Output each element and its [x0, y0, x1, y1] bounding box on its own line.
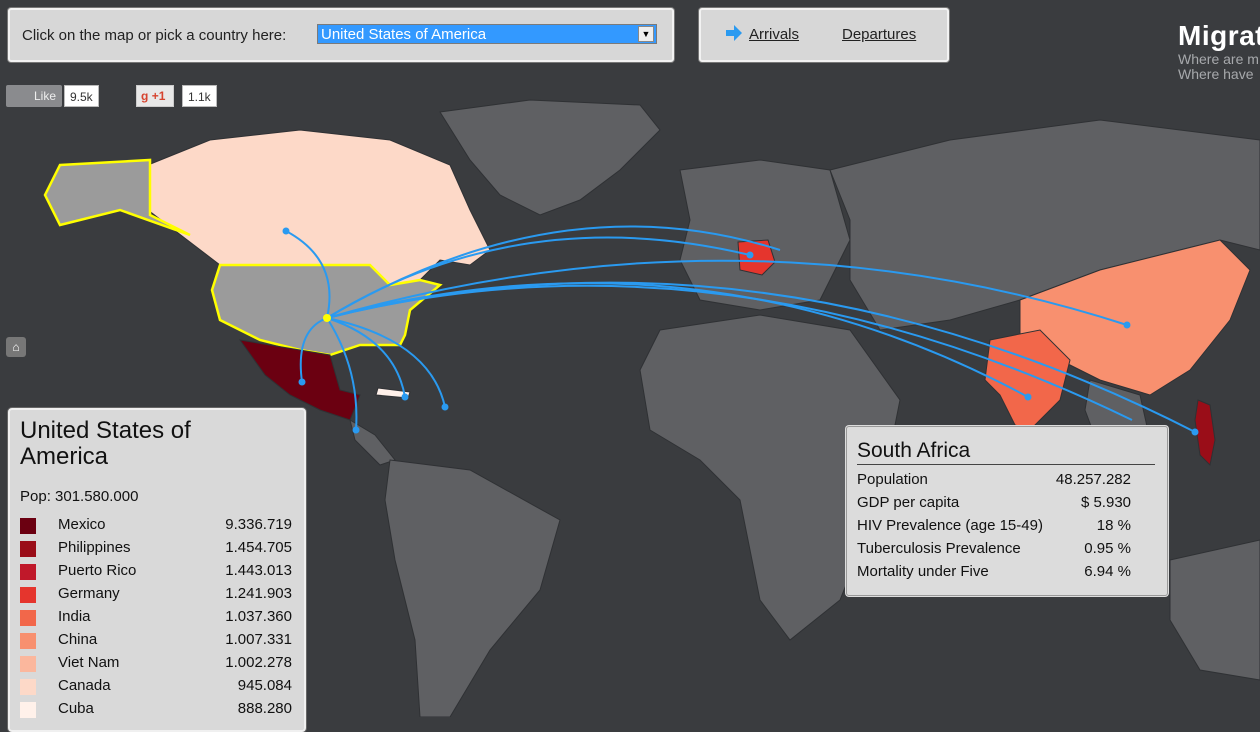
legend-swatch	[20, 610, 36, 626]
tooltip-row: Mortality under Five 6.94 %	[857, 563, 1131, 586]
arrow-right-icon	[726, 25, 742, 41]
tooltip-row: HIV Prevalence (age 15-49) 18 %	[857, 517, 1131, 540]
tooltip-key: Tuberculosis Prevalence	[857, 540, 1021, 557]
legend-swatch	[20, 633, 36, 649]
legend-swatch	[20, 679, 36, 695]
legend-country: Cuba	[58, 700, 94, 717]
tooltip-key: Population	[857, 471, 928, 488]
legend-value: 1.443.013	[225, 562, 292, 579]
tooltip-value: 18 %	[1096, 517, 1131, 534]
map-canada[interactable]	[147, 129, 491, 286]
tooltip-key: Mortality under Five	[857, 563, 989, 580]
country-info-panel: United States of America Pop: 301.580.00…	[8, 408, 306, 732]
home-icon[interactable]: ⌂	[6, 337, 26, 357]
chevron-down-icon[interactable]: ▼	[638, 26, 654, 42]
legend-country: Mexico	[58, 516, 106, 533]
legend-value: 1.002.278	[225, 654, 292, 671]
gplus-count: 1.1k	[182, 85, 217, 107]
legend-row[interactable]: Viet Nam 1.002.278	[20, 653, 292, 676]
legend-country: Canada	[58, 677, 111, 694]
info-country-name: United States of America	[20, 417, 191, 470]
legend-country: Germany	[58, 585, 120, 602]
legend-country: Viet Nam	[58, 654, 120, 671]
gplus-label: +1	[151, 89, 166, 103]
mode-toggle-panel: Arrivals Departures	[699, 8, 949, 62]
legend-country: China	[58, 631, 98, 648]
tooltip-row: Population 48.257.282	[857, 471, 1131, 494]
legend-swatch	[20, 702, 36, 718]
legend-value: 9.336.719	[225, 516, 292, 533]
tooltip-value: $ 5.930	[1080, 494, 1131, 511]
legend-row[interactable]: Canada 945.084	[20, 676, 292, 699]
legend-value: 1.007.331	[225, 631, 292, 648]
info-population: Pop: 301.580.000	[20, 488, 139, 505]
legend-value: 1.037.360	[225, 608, 292, 625]
legend-swatch	[20, 564, 36, 580]
country-select-value: United States of America	[321, 26, 487, 43]
legend-row[interactable]: Cuba 888.280	[20, 699, 292, 722]
legend-swatch	[20, 518, 36, 534]
legend-value: 888.280	[237, 700, 292, 717]
origin-marker	[323, 314, 331, 322]
legend-country: Puerto Rico	[58, 562, 137, 579]
tooltip-key: GDP per capita	[857, 494, 960, 511]
brand-title: Migrat	[1178, 20, 1260, 51]
legend-value: 945.084	[237, 677, 292, 694]
legend-value: 1.241.903	[225, 585, 292, 602]
legend-country: India	[58, 608, 91, 625]
tooltip-row: Tuberculosis Prevalence 0.95 %	[857, 540, 1131, 563]
tooltip-key: HIV Prevalence (age 15-49)	[857, 517, 1043, 534]
legend-swatch	[20, 656, 36, 672]
legend-value: 1.454.705	[225, 539, 292, 556]
legend-row[interactable]: Mexico 9.336.719	[20, 515, 292, 538]
gplus-icon: g	[141, 89, 149, 103]
legend-swatch	[20, 587, 36, 603]
map-south-america[interactable]	[384, 459, 561, 717]
tooltip-row: GDP per capita $ 5.930	[857, 494, 1131, 517]
legend-row[interactable]: Puerto Rico 1.443.013	[20, 561, 292, 584]
country-tooltip: South Africa Population 48.257.282 GDP per…	[846, 426, 1168, 596]
tooltip-country-name: South Africa	[857, 439, 971, 462]
legend-row[interactable]: Germany 1.241.903	[20, 584, 292, 607]
country-picker-panel: Click on the map or pick a country here:…	[8, 8, 674, 62]
gplus-button[interactable]: g +1	[136, 85, 174, 107]
legend-row[interactable]: India 1.037.360	[20, 607, 292, 630]
tooltip-divider	[857, 464, 1155, 465]
country-select[interactable]: United States of America ▼	[317, 24, 657, 44]
picker-label: Click on the map or pick a country here:	[22, 27, 287, 44]
legend-country: Philippines	[58, 539, 131, 556]
legend-swatch	[20, 541, 36, 557]
brand-subtitle-1: Where are m	[1178, 51, 1259, 67]
tooltip-value: 0.95 %	[1084, 540, 1131, 557]
legend-row[interactable]: Philippines 1.454.705	[20, 538, 292, 561]
tooltip-value: 48.257.282	[1055, 471, 1131, 488]
migration-legend: Mexico 9.336.719 Philippines 1.454.705 Puert…	[20, 515, 292, 722]
tooltip-value: 6.94 %	[1084, 563, 1131, 580]
like-button[interactable]: Like	[6, 85, 62, 107]
departures-link[interactable]: Departures	[842, 26, 916, 43]
map-australia[interactable]	[1169, 539, 1260, 681]
brand: Migrat Where are m Where have	[1178, 20, 1260, 82]
legend-row[interactable]: China 1.007.331	[20, 630, 292, 653]
arrivals-link[interactable]: Arrivals	[749, 26, 799, 43]
map-greenland[interactable]	[439, 99, 661, 216]
like-count: 9.5k	[64, 85, 99, 107]
brand-subtitle-2: Where have	[1178, 66, 1254, 82]
